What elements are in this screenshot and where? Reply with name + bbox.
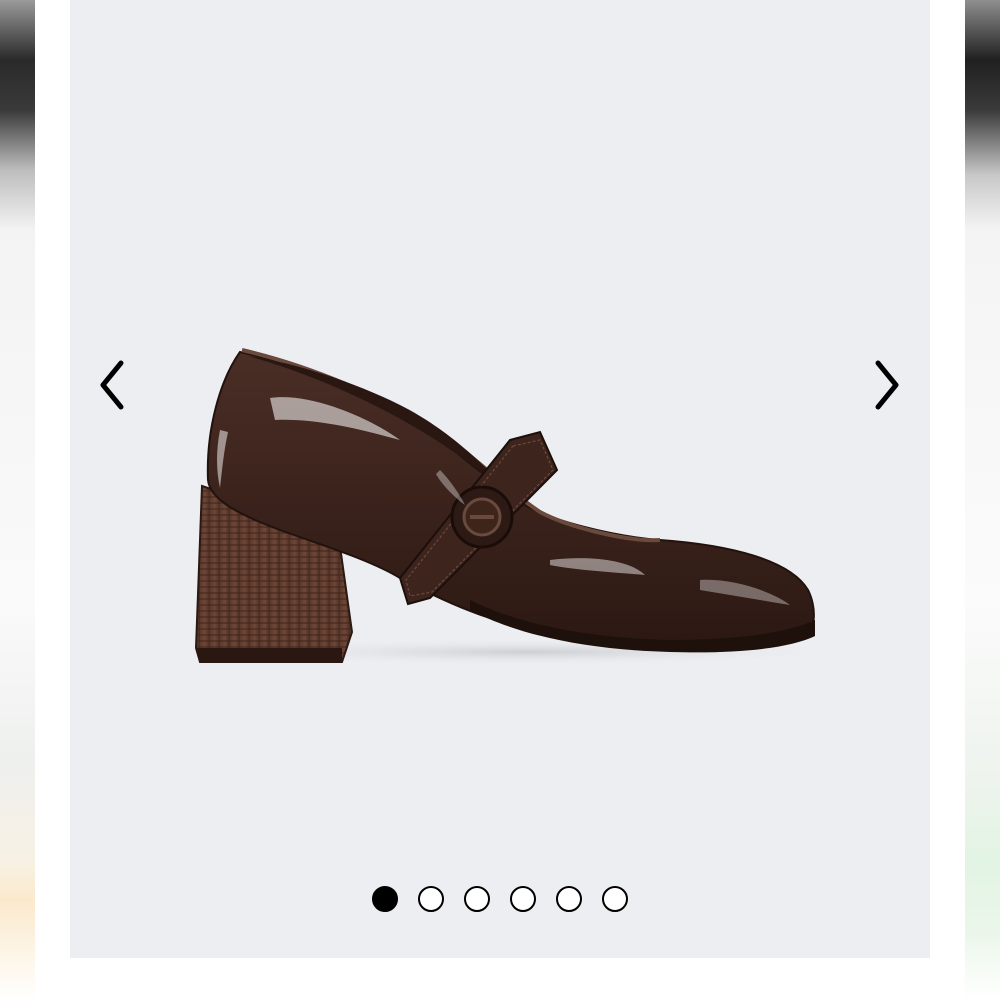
right-edge-blur [965,0,1000,1000]
carousel-dot[interactable] [464,886,490,912]
carousel-prev-button[interactable] [90,355,134,415]
carousel-next-button[interactable] [865,355,909,415]
carousel-dot[interactable] [372,886,398,912]
carousel-pagination [70,882,930,916]
carousel-dot[interactable] [602,886,628,912]
carousel-dot[interactable] [556,886,582,912]
carousel-dot[interactable] [418,886,444,912]
product-image [194,348,860,666]
left-edge-blur [0,0,35,1000]
image-carousel[interactable] [70,0,930,958]
chevron-left-icon [100,360,124,410]
carousel-dot[interactable] [510,886,536,912]
chevron-right-icon [875,360,899,410]
product-gallery-page [0,0,1000,1000]
